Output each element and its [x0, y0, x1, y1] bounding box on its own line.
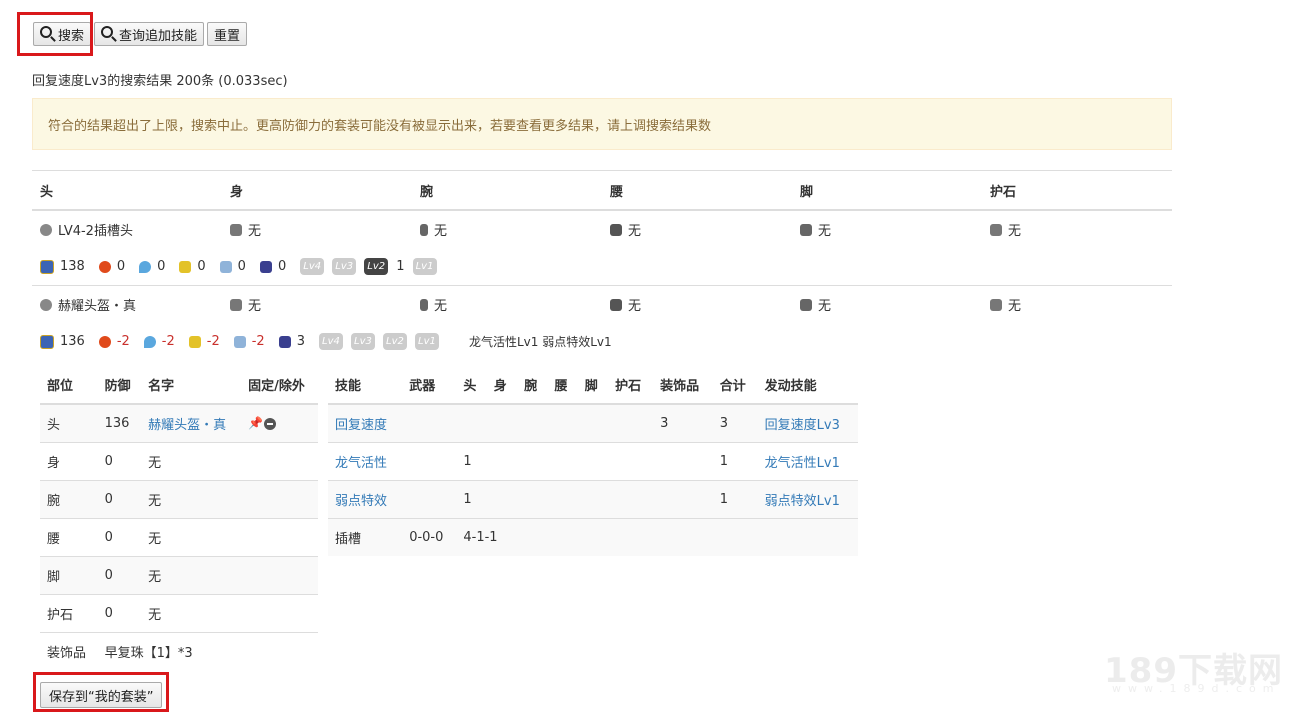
skill-link[interactable]: 龙气活性	[335, 456, 387, 471]
header-waist: 腰	[610, 184, 624, 200]
part-name: 无	[628, 299, 642, 314]
fire-icon	[98, 335, 111, 348]
part-name: 无	[818, 299, 832, 314]
table-row: 回复速度 3 3 回复速度Lv3	[328, 403, 858, 443]
armor-link[interactable]: 赫耀头盔・真	[148, 418, 226, 433]
active-skill-link[interactable]: 回复速度Lv3	[765, 418, 840, 433]
result-set-stats: 138 0 0 0 0 0 Lv4 Lv3 Lv2 1 Lv1	[32, 248, 1172, 285]
highlight-box-search	[17, 12, 93, 56]
limit-alert: 符合的结果超出了上限，搜索中止。更高防御力的套装可能没有被显示出来，若要查看更多…	[32, 98, 1172, 150]
header-leg: 脚	[800, 184, 814, 200]
part-name: 赫耀头盔・真	[58, 299, 137, 314]
table-row: 脚 0 无	[40, 556, 318, 595]
skill-link[interactable]: 弱点特效	[335, 494, 387, 509]
part-name: 无	[248, 224, 262, 239]
reset-button[interactable]: 重置	[207, 22, 248, 46]
skill-table: 技能 武器 头 身 腕 腰 脚 护石 装饰品 合计 发动技能 回复速度 3 3 …	[328, 366, 858, 556]
result-set-parts[interactable]: LV4-2插槽头 无 无 无 无 无	[32, 211, 1172, 248]
query-skills-button[interactable]: 查询追加技能	[94, 22, 205, 46]
defense-icon	[40, 334, 54, 349]
part-name: 无	[1008, 224, 1022, 239]
charm-icon	[990, 223, 1002, 236]
col-defense: 防御	[97, 366, 142, 405]
slot-lv4: Lv4	[300, 258, 325, 275]
col-part: 部位	[40, 366, 98, 405]
arm-icon	[420, 298, 428, 311]
fire-icon	[98, 260, 111, 273]
part-name: LV4-2插槽头	[58, 224, 133, 239]
ice-icon	[233, 335, 246, 348]
result-summary: 回复速度Lv3的搜索结果 200条 (0.033sec)	[32, 74, 288, 89]
result-set-parts[interactable]: 赫耀头盔・真 无 无 无 无 无	[32, 285, 1172, 323]
header-body: 身	[230, 184, 244, 200]
part-name: 无	[248, 299, 262, 314]
dragon-icon	[259, 260, 272, 273]
chest-icon	[230, 298, 242, 311]
part-name: 无	[434, 299, 448, 314]
ice-icon	[219, 260, 232, 273]
slot-count: 1	[396, 259, 405, 274]
thunder-icon	[188, 335, 201, 348]
col-name: 名字	[141, 366, 242, 405]
water-icon	[143, 335, 156, 348]
exclude-icon[interactable]	[264, 417, 277, 430]
slot-lv2: Lv2	[364, 258, 389, 275]
arm-icon	[420, 223, 428, 236]
slot-row: 插槽 0-0-0 4-1-1	[328, 518, 858, 556]
water-icon	[139, 260, 152, 273]
table-row: 身 0 无	[40, 442, 318, 481]
set-skills: 龙气活性Lv1 弱点特效Lv1	[468, 335, 612, 349]
helmet-icon	[40, 223, 52, 236]
part-name: 无	[434, 224, 448, 239]
defense-icon	[40, 259, 54, 274]
header-head: 头	[40, 184, 54, 200]
table-row: 护石 0 无	[40, 594, 318, 633]
helmet-icon	[40, 298, 52, 311]
result-set-stats: 136 -2 -2 -2 -2 3 Lv4 Lv3 Lv2 Lv1 龙气活性Lv…	[32, 323, 1172, 360]
slot-lv1: Lv1	[414, 333, 439, 350]
header-charm: 护石	[990, 184, 1017, 200]
part-name: 无	[628, 224, 642, 239]
slot-lv3: Lv3	[350, 333, 375, 350]
highlight-box-save	[33, 672, 169, 712]
header-arm: 腕	[420, 184, 434, 200]
table-row: 腕 0 无	[40, 480, 318, 519]
search-icon	[101, 26, 114, 38]
part-name: 无	[818, 224, 832, 239]
parts-table: 部位 防御 名字 固定/除外 头 136 赫耀头盔・真 📌 身 0 无 腕 0 …	[40, 366, 318, 670]
thunder-icon	[179, 260, 192, 273]
slot-lv3: Lv3	[332, 258, 357, 275]
skill-link[interactable]: 回复速度	[335, 418, 387, 433]
table-row: 龙气活性 1 1 龙气活性Lv1	[328, 442, 858, 481]
waist-icon	[610, 223, 622, 236]
waist-icon	[610, 298, 622, 311]
table-row: 腰 0 无	[40, 518, 318, 557]
table-row: 头 136 赫耀头盔・真 📌	[40, 403, 318, 443]
col-fixed: 固定/除外	[241, 366, 318, 405]
chest-icon	[230, 223, 242, 236]
slot-lv1: Lv1	[412, 258, 437, 275]
dragon-icon	[278, 335, 291, 348]
charm-icon	[990, 298, 1002, 311]
active-skill-link[interactable]: 龙气活性Lv1	[765, 456, 840, 471]
watermark-sub: www.189d.com	[1112, 682, 1281, 695]
pin-icon[interactable]: 📌	[248, 417, 263, 429]
results-header: 头 身 腕 腰 脚 护石	[32, 170, 1172, 211]
leg-icon	[800, 298, 812, 311]
slot-lv2: Lv2	[382, 333, 407, 350]
part-name: 无	[1008, 299, 1022, 314]
leg-icon	[800, 223, 812, 236]
results-table: 头 身 腕 腰 脚 护石 LV4-2插槽头 无 无 无 无 无 138 0 0 …	[32, 170, 1172, 360]
active-skill-link[interactable]: 弱点特效Lv1	[765, 494, 840, 509]
slot-lv4: Lv4	[318, 333, 343, 350]
deco-row: 装饰品 早复珠【1】*3	[40, 632, 318, 670]
table-row: 弱点特效 1 1 弱点特效Lv1	[328, 480, 858, 519]
